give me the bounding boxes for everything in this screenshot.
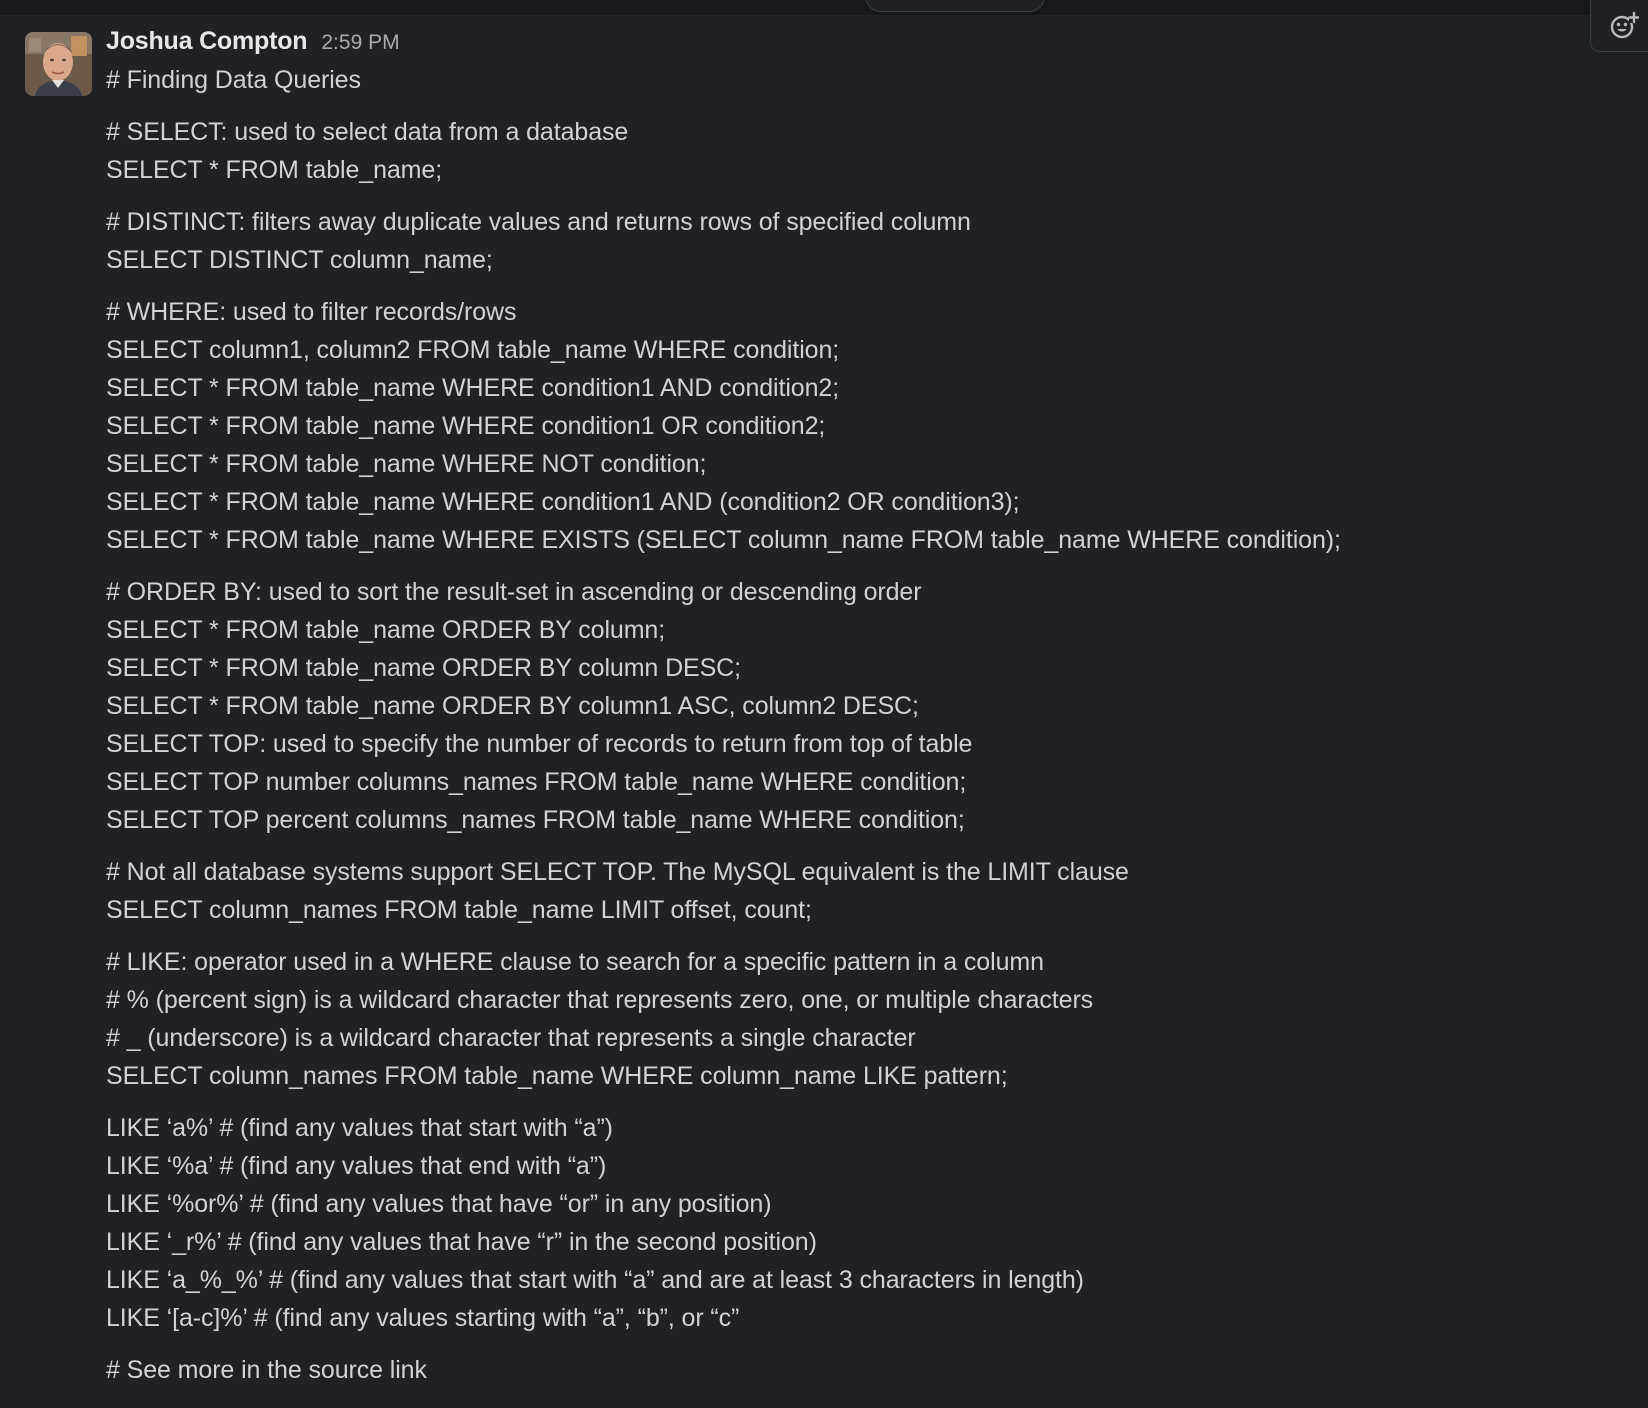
message-actions-toolbar: [1590, 0, 1648, 52]
paragraph: LIKE ‘a%’ # (find any values that start …: [106, 1109, 1576, 1337]
text-line: SELECT TOP number columns_names FROM tab…: [106, 768, 967, 796]
paragraph: # DISTINCT: filters away duplicate value…: [106, 203, 1576, 279]
text-line: SELECT column_names FROM table_name WHER…: [106, 1062, 1008, 1090]
text-line: LIKE ‘a_%_%’ # (find any values that sta…: [106, 1266, 1084, 1294]
text-line: # Finding Data Queries: [106, 66, 361, 94]
text-line: # Not all database systems support SELEC…: [106, 858, 1129, 886]
text-line: # WHERE: used to filter records/rows: [106, 298, 517, 326]
text-line: # % (percent sign) is a wildcard charact…: [106, 986, 1094, 1014]
paragraph: # LIKE: operator used in a WHERE clause …: [106, 943, 1576, 1095]
author-name[interactable]: Joshua Compton: [106, 27, 308, 56]
text-line: LIKE ‘a%’ # (find any values that start …: [106, 1114, 613, 1142]
paragraph: # SELECT: used to select data from a dat…: [106, 113, 1576, 189]
message-body: # Finding Data Queries # SELECT: used to…: [106, 61, 1576, 1389]
text-line: SELECT * FROM table_name WHERE EXISTS (S…: [106, 526, 1341, 554]
text-line: SELECT * FROM table_name WHERE NOT condi…: [106, 450, 707, 478]
top-strip: [0, 0, 1648, 15]
text-line: SELECT * FROM table_name WHERE condition…: [106, 374, 840, 402]
paragraph: # Finding Data Queries: [106, 61, 1576, 99]
message: Joshua Compton 2:59 PM # Finding Data Qu…: [106, 27, 1576, 1389]
paragraph: # WHERE: used to filter records/rows SEL…: [106, 293, 1576, 559]
new-messages-pill[interactable]: [865, 0, 1045, 12]
message-header: Joshua Compton 2:59 PM: [106, 27, 1576, 59]
paragraph: # See more in the source link: [106, 1351, 1576, 1389]
text-line: LIKE ‘%or%’ # (find any values that have…: [106, 1190, 772, 1218]
text-line: SELECT * FROM table_name;: [106, 156, 443, 184]
paragraph: # ORDER BY: used to sort the result-set …: [106, 573, 1576, 839]
message-timestamp[interactable]: 2:59 PM: [321, 31, 399, 55]
text-line: # SELECT: used to select data from a dat…: [106, 118, 629, 146]
paragraph: # Not all database systems support SELEC…: [106, 853, 1576, 929]
text-line: # See more in the source link: [106, 1356, 427, 1384]
avatar[interactable]: [25, 32, 92, 96]
text-line: # _ (underscore) is a wildcard character…: [106, 1024, 916, 1052]
text-line: LIKE ‘_r%’ # (find any values that have …: [106, 1228, 817, 1256]
add-reaction-icon[interactable]: [1609, 11, 1639, 41]
text-line: # DISTINCT: filters away duplicate value…: [106, 208, 971, 236]
text-line: SELECT * FROM table_name WHERE condition…: [106, 488, 1020, 516]
text-line: # ORDER BY: used to sort the result-set …: [106, 578, 922, 606]
text-line: LIKE ‘%a’ # (find any values that end wi…: [106, 1152, 607, 1180]
text-line: SELECT DISTINCT column_name;: [106, 246, 493, 274]
text-line: LIKE ‘[a-c]%’ # (find any values startin…: [106, 1304, 740, 1332]
text-line: SELECT TOP percent columns_names FROM ta…: [106, 806, 965, 834]
text-line: SELECT * FROM table_name ORDER BY column…: [106, 692, 919, 720]
text-line: # LIKE: operator used in a WHERE clause …: [106, 948, 1044, 976]
text-line: SELECT * FROM table_name WHERE condition…: [106, 412, 826, 440]
text-line: SELECT column1, column2 FROM table_name …: [106, 336, 840, 364]
text-line: SELECT column_names FROM table_name LIMI…: [106, 896, 812, 924]
text-line: SELECT * FROM table_name ORDER BY column…: [106, 616, 666, 644]
text-line: SELECT * FROM table_name ORDER BY column…: [106, 654, 741, 682]
text-line: SELECT TOP: used to specify the number o…: [106, 730, 973, 758]
